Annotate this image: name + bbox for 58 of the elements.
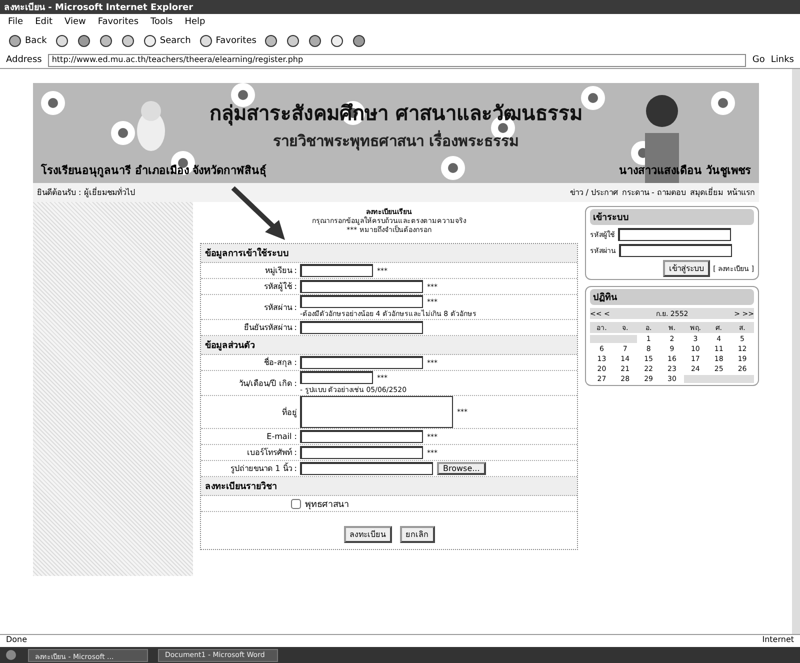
- field-label: รหัสผ่าน :: [262, 302, 298, 314]
- input-field[interactable]: [619, 244, 732, 257]
- toolbar-button[interactable]: Back: [8, 34, 47, 48]
- form-button[interactable]: ยกเลิก: [400, 526, 434, 544]
- field-label: หมู่เรียน :: [264, 265, 298, 278]
- section-heading: ข้อมูลส่วนตัว: [201, 336, 577, 356]
- form-button[interactable]: ลงทะเบียน: [344, 526, 392, 544]
- input-field[interactable]: [300, 462, 433, 476]
- field-label: วัน/เดือน/ปี เกิด :: [238, 378, 298, 390]
- go-button[interactable]: Go: [752, 55, 765, 65]
- calendar-title: ปฏิทิน: [590, 289, 754, 305]
- toolbar-button[interactable]: Search: [142, 34, 191, 48]
- menu-item[interactable]: File: [8, 17, 24, 27]
- input-field[interactable]: [300, 371, 373, 384]
- school-name: โรงเรียนอนุกูลนารี อำเภอเมือง จังหวัดกาฬสินธุ์: [41, 162, 267, 179]
- field-label: รหัสผู้ใช้ :: [262, 280, 298, 294]
- field-label: ยืนยันรหัสผ่าน :: [242, 322, 298, 334]
- links-label[interactable]: Links: [770, 55, 794, 65]
- address-label: Address: [6, 55, 42, 65]
- menu-item[interactable]: Help: [184, 17, 206, 27]
- input-field[interactable]: [300, 321, 423, 334]
- section-heading: ข้อมูลการเข้าใช้ระบบ: [201, 244, 577, 264]
- input-field[interactable]: [300, 280, 423, 294]
- input-field[interactable]: [300, 430, 423, 444]
- zone-text: Internet: [762, 635, 794, 646]
- subject-checkbox[interactable]: [291, 498, 301, 509]
- login-button[interactable]: เข้าสู่ระบบ: [663, 260, 710, 277]
- browse-button[interactable]: Browse...: [437, 462, 486, 476]
- nav-link[interactable]: ข่าว / ประกาศ: [570, 188, 618, 197]
- input-field[interactable]: [300, 264, 373, 278]
- nav-link[interactable]: กระดาน - ถามตอบ: [622, 188, 686, 197]
- window-title: ลงทะเบียน - Microsoft Internet Explorer: [4, 1, 194, 14]
- author-name: นางสาวแสงเดือน วันชูเพชร: [619, 163, 751, 179]
- field-label: ชื่อ-สกุล :: [262, 356, 298, 370]
- address-textarea[interactable]: [300, 396, 453, 428]
- field-label: ที่อยู่: [281, 406, 298, 419]
- menu-item[interactable]: Tools: [150, 17, 173, 27]
- field-label: รูปถ่ายขนาด 1 นิ้ว :: [230, 462, 298, 476]
- input-field[interactable]: [300, 295, 423, 308]
- input-field[interactable]: [300, 446, 423, 460]
- menu-item[interactable]: Favorites: [98, 17, 139, 27]
- address-field[interactable]: http://www.ed.mu.ac.th/teachers/theera/elearning/register.php: [48, 54, 746, 66]
- login-title: เข้าระบบ: [590, 209, 754, 225]
- banner-subtitle: รายวิชาพระพุทธศาสนา เรื่องพระธรรม: [272, 129, 520, 152]
- input-field[interactable]: [618, 228, 731, 241]
- field-label: เบอร์โทรศัพท์ :: [246, 446, 298, 460]
- menu-item[interactable]: View: [64, 17, 86, 27]
- status-text: Done: [6, 635, 28, 646]
- welcome-text: ยินดีต้อนรับ : ผู้เยี่ยมชมทั่วไป: [37, 186, 135, 199]
- toolbar-button[interactable]: Favorites: [198, 34, 256, 48]
- menu-item[interactable]: Edit: [35, 17, 52, 27]
- field-label: E-mail :: [266, 432, 298, 442]
- section-heading: ลงทะเบียนรายวิชา: [201, 477, 577, 496]
- input-field[interactable]: [300, 356, 423, 370]
- banner-title: กลุ่มสาระสังคมศึกษา ศาสนาและวัฒนธรรม: [208, 100, 584, 128]
- nav-link[interactable]: สมุดเยี่ยม: [690, 188, 723, 197]
- checkbox-label: พุทธศาสนา: [305, 498, 349, 511]
- nav-link[interactable]: หน้าแรก: [727, 188, 755, 197]
